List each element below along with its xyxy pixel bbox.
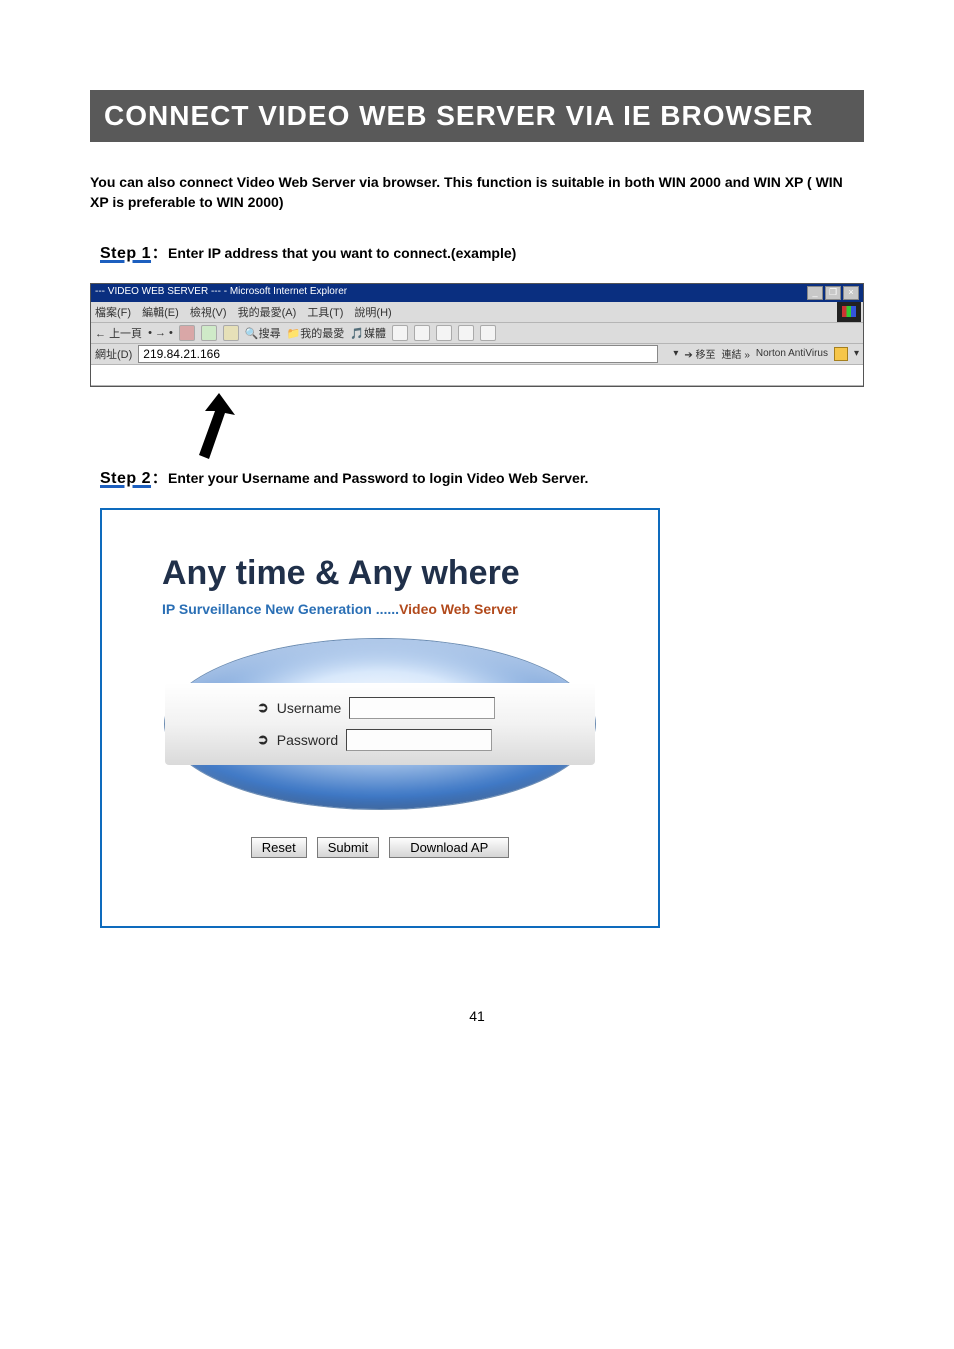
ie-address-bar: 網址(D) ▾ ➔ 移至 連結 » Norton AntiVirus ▾ <box>91 344 863 365</box>
edit-icon[interactable] <box>458 325 474 341</box>
submit-button[interactable]: Submit <box>317 837 379 858</box>
menu-view[interactable]: 檢視(V) <box>190 307 227 319</box>
login-sub-a: IP Surveillance New Generation ...... <box>162 601 399 617</box>
username-label: Username <box>277 700 342 716</box>
norton-icon[interactable] <box>834 347 848 361</box>
ie-content-blank <box>91 365 863 386</box>
maximize-button[interactable]: ❐ <box>825 286 841 300</box>
login-panel: Any time & Any where IP Surveillance New… <box>100 508 660 928</box>
page-number: 41 <box>90 1008 864 1024</box>
username-input[interactable] <box>349 697 495 719</box>
media-button[interactable]: 🎵媒體 <box>350 325 386 341</box>
username-row: ➲ Username <box>257 697 535 719</box>
menu-edit[interactable]: 編輯(E) <box>142 307 179 319</box>
menu-fav[interactable]: 我的最愛(A) <box>238 307 297 319</box>
favorites-button[interactable]: 📁我的最愛 <box>287 325 345 341</box>
home-icon[interactable] <box>223 325 239 341</box>
ie-menu-bar: 檔案(F) 編輯(E) 檢視(V) 我的最愛(A) 工具(T) 說明(H) <box>91 302 863 323</box>
login-buttons: Reset Submit Download AP <box>128 837 632 858</box>
links-label[interactable]: 連結 » <box>722 346 750 361</box>
windows-flag-icon <box>842 306 856 317</box>
pointer-arrow <box>90 397 864 452</box>
login-lens: ➲ Username ➲ Password <box>165 639 595 809</box>
address-input[interactable] <box>138 345 658 363</box>
print-icon[interactable] <box>436 325 452 341</box>
step1-label: Step 1 <box>100 245 151 262</box>
login-title: Any time & Any where <box>162 554 632 593</box>
ie-logo <box>837 302 861 322</box>
norton-dropdown-icon[interactable]: ▾ <box>854 348 859 359</box>
menu-file[interactable]: 檔案(F) <box>95 307 131 319</box>
address-label: 網址(D) <box>95 346 132 362</box>
ie-toolbar: ← 上一頁 • → • 🔍搜尋 📁我的最愛 🎵媒體 <box>91 323 863 344</box>
mail-icon[interactable] <box>414 325 430 341</box>
login-band: ➲ Username ➲ Password <box>165 683 595 765</box>
reset-button[interactable]: Reset <box>251 837 307 858</box>
step1-text: Enter IP address that you want to connec… <box>168 245 516 261</box>
refresh-icon[interactable] <box>201 325 217 341</box>
page-title: CONNECT VIDEO WEB SERVER VIA IE BROWSER <box>90 90 864 142</box>
discuss-icon[interactable] <box>480 325 496 341</box>
go-button[interactable]: ➔ 移至 <box>684 346 715 361</box>
stop-icon[interactable] <box>179 325 195 341</box>
step2-line: Step 2：Enter your Username and Password … <box>100 468 864 488</box>
menu-help[interactable]: 說明(H) <box>354 307 391 319</box>
history-icon[interactable] <box>392 325 408 341</box>
password-label: Password <box>277 732 338 748</box>
norton-label[interactable]: Norton AntiVirus <box>756 348 828 359</box>
intro-text: You can also connect Video Web Server vi… <box>90 172 864 213</box>
bullet-icon: ➲ <box>257 731 269 748</box>
address-dropdown-icon[interactable]: ▾ <box>673 348 678 359</box>
ie-window: --- VIDEO WEB SERVER --- - Microsoft Int… <box>90 283 864 387</box>
window-buttons: _ ❐ × <box>807 286 859 300</box>
close-button[interactable]: × <box>843 286 859 300</box>
ie-window-title: --- VIDEO WEB SERVER --- - Microsoft Int… <box>95 286 347 300</box>
step1-colon: ： <box>152 245 166 261</box>
password-input[interactable] <box>346 729 492 751</box>
menu-tools[interactable]: 工具(T) <box>307 307 343 319</box>
forward-button[interactable]: • → • <box>148 327 173 339</box>
step2-label: Step 2 <box>100 470 151 487</box>
minimize-button[interactable]: _ <box>807 286 823 300</box>
step1-line: Step 1：Enter IP address that you want to… <box>100 243 864 263</box>
login-sub-b: Video Web Server <box>399 601 518 617</box>
password-row: ➲ Password <box>257 729 535 751</box>
back-button[interactable]: ← 上一頁 <box>95 325 142 341</box>
login-subtitle: IP Surveillance New Generation ......Vid… <box>162 601 632 617</box>
ie-titlebar: --- VIDEO WEB SERVER --- - Microsoft Int… <box>91 284 863 302</box>
bullet-icon: ➲ <box>257 699 269 716</box>
download-button[interactable]: Download AP <box>389 837 509 858</box>
step2-text: Enter your Username and Password to logi… <box>168 470 588 486</box>
search-button[interactable]: 🔍搜尋 <box>245 325 281 341</box>
step2-colon: ： <box>152 470 166 486</box>
